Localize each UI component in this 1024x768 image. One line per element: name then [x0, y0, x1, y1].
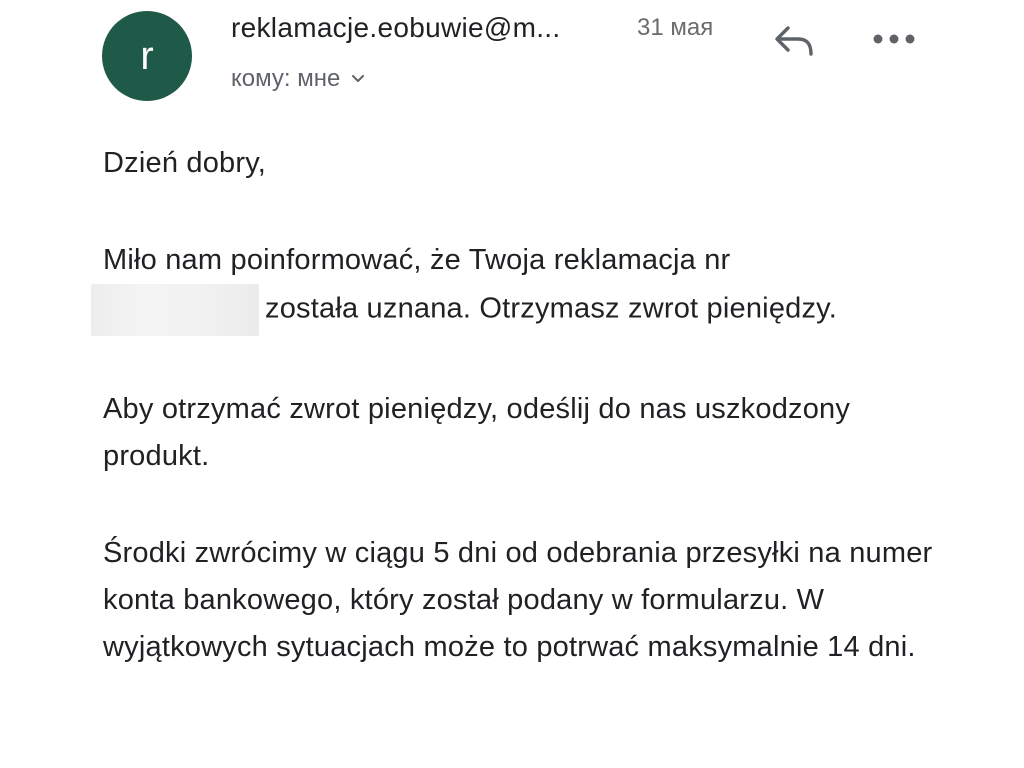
paragraph-text: została uznana. Otrzymasz zwrot pieniędz… — [265, 292, 837, 325]
more-horizontal-icon — [873, 34, 915, 44]
paragraph-return-product: Aby otrzymać zwrot pieniędzy, odeślij do… — [103, 393, 851, 472]
more-options-button[interactable] — [866, 24, 922, 54]
reply-button[interactable] — [768, 18, 820, 62]
message-date: 31 мая — [637, 14, 714, 41]
email-body: Dzień dobry, Miło nam poinformować, że T… — [91, 140, 933, 721]
chevron-down-icon — [352, 75, 365, 82]
paragraph-claim-accepted: Miło nam poinformować, że Twoja reklamac… — [91, 237, 933, 336]
paragraph-text: Miło nam poinformować, że Twoja reklamac… — [103, 244, 731, 276]
recipient-details-toggle[interactable]: кому: мне — [231, 65, 366, 93]
recipient-label: кому: мне — [231, 65, 341, 92]
avatar-letter: r — [140, 34, 154, 78]
email-message-view: r reklamacje.eobuwie@m... 31 мая кому: м… — [0, 0, 1024, 768]
sender-avatar[interactable]: r — [102, 11, 192, 101]
paragraph-refund-timing: Środki zwrócimy w ciągu 5 dni od odebran… — [103, 537, 933, 663]
sender-address[interactable]: reklamacje.eobuwie@m... — [231, 12, 560, 44]
greeting: Dzień dobry, — [103, 147, 267, 179]
redacted-claim-number — [91, 284, 259, 336]
reply-arrow-icon — [775, 26, 813, 56]
